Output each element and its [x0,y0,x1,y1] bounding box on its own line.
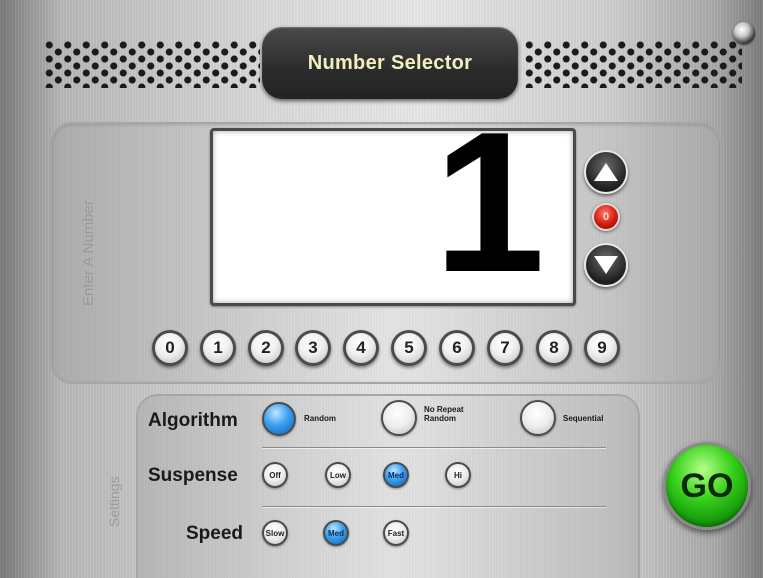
divider [262,447,606,448]
suspense-option-label: Off [269,470,281,480]
speed-option-label: Med [328,528,344,538]
digit-button-2[interactable]: 2 [248,330,284,366]
speed-option-label: Fast [387,528,405,538]
algorithm-option-no-repeat-random[interactable] [381,400,417,436]
digit-button-8[interactable]: 8 [536,330,572,366]
digit-button-4[interactable]: 4 [343,330,379,366]
digit-button-5[interactable]: 5 [391,330,427,366]
display-value: 1 [433,128,545,306]
suspense-option-hi[interactable]: Hi [445,462,471,488]
speed-label: Speed [186,523,244,544]
digit-button-9[interactable]: 9 [584,330,620,366]
go-label: GO [680,466,734,505]
number-selector-app: Number Selector Enter A Number 1 0 01234… [0,0,763,578]
enter-number-label: Enter A Number [80,200,97,306]
algorithm-label: Algorithm [148,410,238,431]
speed-option-med[interactable]: Med [323,520,349,546]
digit-button-6[interactable]: 6 [439,330,475,366]
algorithm-option-label: No Repeat Random [424,405,464,423]
speaker-grille-right [520,38,742,88]
down-arrow-icon [594,256,618,274]
suspense-option-label: Med [388,470,404,480]
decrement-button[interactable] [584,243,628,287]
reset-label: 0 [602,211,610,223]
speed-option-slow[interactable]: Slow [262,520,288,546]
digit-button-7[interactable]: 7 [487,330,523,366]
suspense-option-med[interactable]: Med [383,462,409,488]
digit-button-0[interactable]: 0 [152,330,188,366]
increment-button[interactable] [584,150,628,194]
speed-option-label: Slow [265,528,285,538]
suspense-option-low[interactable]: Low [325,462,351,488]
number-display: 1 [210,128,576,306]
suspense-option-label: Hi [454,470,462,480]
suspense-label: Suspense [148,465,238,486]
digit-button-3[interactable]: 3 [295,330,331,366]
settings-label: Settings [106,476,122,527]
algorithm-option-sequential[interactable] [520,400,556,436]
app-title: Number Selector [307,51,473,74]
suspense-option-off[interactable]: Off [262,462,288,488]
go-button[interactable]: GO [663,442,751,530]
digit-button-1[interactable]: 1 [200,330,236,366]
divider [262,506,606,507]
algorithm-option-label: Sequential [563,414,604,423]
title-plate: Number Selector [262,27,518,99]
speaker-grille-left [40,38,260,88]
corner-knob-icon[interactable] [733,22,755,44]
suspense-option-label: Low [330,470,346,480]
algorithm-option-label: Random [304,414,336,423]
algorithm-option-random[interactable] [262,402,296,436]
speed-option-fast[interactable]: Fast [383,520,409,546]
reset-button[interactable]: 0 [592,203,620,231]
up-arrow-icon [594,163,618,181]
